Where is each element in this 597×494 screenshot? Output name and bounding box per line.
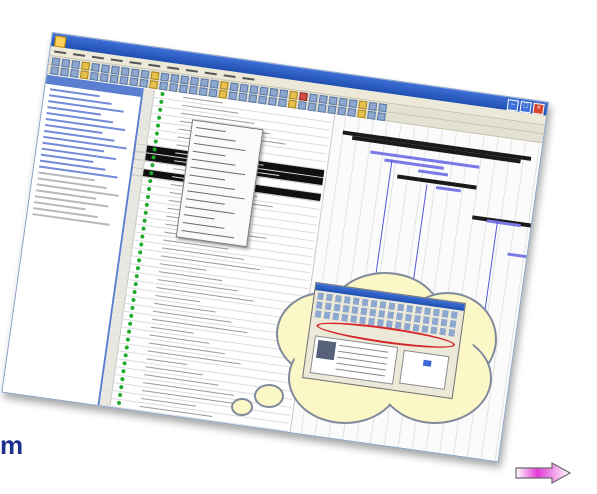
toolbar-icon [277,98,287,108]
toolbar-icon [119,75,129,86]
toolbar-icon [178,84,188,94]
toolbar-icon [238,92,248,102]
menu-item [185,69,199,73]
toolbar-icon [307,102,317,112]
toolbar-icon [219,80,229,91]
menu-item [223,74,236,78]
toolbar-icon [358,100,368,110]
task-pane-line [46,112,114,124]
toolbar-icon [89,71,99,81]
toolbar-icon [51,57,61,67]
menu-item [148,63,161,68]
menu-item [72,53,86,57]
menu-item [54,50,67,55]
toolbar-icon [376,112,386,122]
toolbar-icon [168,82,178,92]
toolbar-icon [258,95,268,105]
toolbar-icon [378,103,388,113]
toolbar-icon [160,72,170,82]
toolbar-icon [317,103,327,113]
minimize-icon: – [506,99,519,112]
toolbar-icon [287,99,297,109]
next-slide-button[interactable] [514,461,572,485]
zoomed-dialog [399,349,450,390]
toolbar-icon [99,73,109,83]
callout-cloud [268,272,497,424]
menu-item [167,66,180,71]
toolbar-icon [229,82,239,92]
toolbar-icon [139,78,149,88]
toolbar-icon [298,92,308,102]
toolbar-icon [239,83,249,93]
toolbar-icon [209,79,219,89]
toolbar-icon [308,93,318,103]
toolbar-icon [110,65,120,75]
menu-item [129,61,142,65]
toolbar-icon [248,94,258,104]
toolbar-icon [267,96,278,106]
toolbar-icon [60,67,70,77]
right-arrow-icon [515,461,572,485]
task-pane-line [32,213,110,226]
toolbar-icon [149,80,159,90]
toolbar-icon [159,81,169,91]
toolbar-icon [188,85,198,95]
toolbar-icon [50,66,60,76]
toolbar-icon [327,105,337,115]
toolbar-icon [318,94,328,104]
menu-item [242,76,255,81]
toolbar-icon [228,91,238,101]
toolbar-icon [368,101,378,111]
toolbar-icon [129,77,139,87]
toolbar-icon [79,70,89,80]
toolbar-icon [199,78,209,88]
toolbar-icon [150,71,160,81]
toolbar-icon [259,86,269,96]
maximize-icon: □ [519,100,532,114]
toolbar-icon [180,75,190,85]
toolbar-icon [328,96,338,106]
toolbar-icon [208,88,218,98]
toolbar-icon [190,76,200,86]
zoomed-toolbar-image [301,281,467,400]
toolbar-icon [348,99,358,109]
toolbar-icon [71,60,81,70]
toolbar-icon [338,97,348,107]
menu-item [91,55,104,60]
toolbar-icon [120,67,130,77]
toolbar-icon [198,87,208,97]
cloud-bubble-large [254,384,284,408]
toolbar-icon [69,69,79,79]
toolbar-icon [218,89,228,99]
toolbar-icon [347,107,357,118]
toolbar-icon [337,106,347,116]
menu-item [204,71,217,76]
toolbar-icon [100,64,110,74]
toolbar-icon [90,62,101,72]
toolbar-icon [297,101,307,111]
toolbar-icon [130,68,140,78]
toolbar-icon [81,61,91,71]
toolbar-icon [279,89,289,99]
toolbar-icon [289,90,299,100]
toolbar-icon [269,87,279,97]
toolbar-icon [109,74,119,84]
toolbar-icon [61,58,71,68]
partial-heading: m [0,430,24,460]
cloud-bubble-small [231,398,253,416]
menu-item [110,58,123,63]
toolbar-icon [367,110,377,120]
app-icon [54,35,67,48]
toolbar-icon [170,74,180,84]
toolbar-icon [249,85,259,95]
toolbar-icon [357,109,367,119]
toolbar-icon [140,69,150,79]
close-icon: × [532,102,545,116]
